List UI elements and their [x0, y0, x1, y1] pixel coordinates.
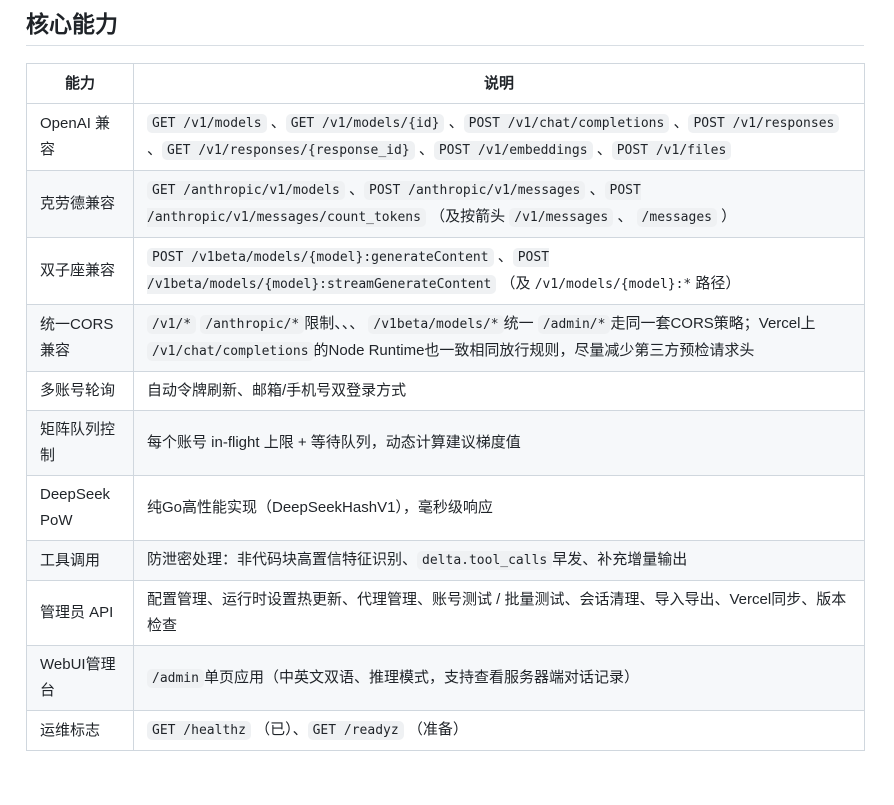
description-text: 、	[613, 208, 637, 225]
table-row: 管理员 API 配置管理、运行时设置热更新、代理管理、账号测试 / 批量测试、会话…	[26, 580, 865, 646]
inline-code: /v1/messages	[509, 208, 614, 227]
inline-code: POST /v1/responses	[688, 114, 840, 133]
description-text: （准备）	[403, 721, 468, 738]
description-text: 的Node Runtime也一致相同放行规则，尽量减少第三方预检请求头	[313, 342, 755, 359]
description-text: 、	[669, 114, 689, 131]
description-text: ）	[717, 208, 737, 225]
capability-name-cell: WebUI管理台	[26, 645, 134, 711]
capability-name-cell: 统一CORS兼容	[26, 304, 134, 372]
description-text: 走同一套CORS策略；Vercel上	[610, 315, 820, 332]
description-text: （及	[496, 275, 535, 292]
description-text: 路径）	[691, 275, 741, 292]
capability-name-cell: OpenAI 兼容	[26, 103, 134, 171]
inline-code: /v1/chat/completions	[147, 342, 314, 361]
description-text: 、	[344, 181, 365, 198]
capabilities-table: 能力 说明 OpenAI 兼容 GET /v1/models 、 GET /v1/m…	[26, 63, 865, 751]
table-row: 多账号轮询 自动令牌刷新、邮箱/手机号双登录方式	[26, 371, 865, 411]
heading-divider	[26, 45, 864, 46]
inline-code: POST /v1/chat/completions	[463, 114, 670, 133]
readme-page: 核心能力 能力 说明 OpenAI 兼容 GET /v1/models 、 GET …	[0, 0, 894, 805]
capability-description-cell: 配置管理、运行时设置热更新、代理管理、账号测试 / 批量测试、会话清理、导入导出…	[133, 580, 865, 646]
inline-code: /anthropic/*	[200, 315, 305, 334]
table-row: 统一CORS兼容/v1/* /anthropic/* 限制、、、 /v1beta/…	[26, 304, 865, 372]
table-row: 工具调用 防泄密处理：非代码块高置信特征识别、 delta.tool_calls 早发…	[26, 540, 865, 581]
capability-name-cell: 工具调用	[26, 540, 134, 581]
capability-description-cell: GET /v1/models 、 GET /v1/models/{id} 、 POS…	[133, 103, 865, 171]
inline-code: POST /v1/embeddings	[433, 141, 593, 160]
description-text: 自动令牌刷新、邮箱/手机号双登录方式	[147, 382, 407, 399]
inline-code: POST /v1beta/models/{model}:generateCont…	[147, 248, 494, 267]
inline-code: GET /v1/responses/{response_id}	[162, 141, 415, 160]
capability-description-cell: 自动令牌刷新、邮箱/手机号双登录方式	[133, 371, 865, 411]
inline-code: GET /healthz	[147, 721, 251, 740]
table-row: OpenAI 兼容 GET /v1/models 、 GET /v1/models/…	[26, 103, 865, 171]
description-text: 、	[414, 141, 434, 158]
description-text: （及按箭头	[425, 208, 510, 225]
description-text: 、	[585, 181, 605, 198]
header-capability: 能力	[26, 63, 134, 104]
description-text: 纯Go高性能实现（DeepSeekHashV1），毫秒级响应	[147, 499, 493, 516]
description-text: 统一	[503, 315, 538, 332]
table-row: DeepSeek PoW 纯Go高性能实现（DeepSeekHashV1），毫秒级…	[26, 475, 865, 541]
description-text: 、	[444, 114, 464, 131]
inline-code: /v1/*	[147, 315, 197, 334]
inline-code: /admin/*	[537, 315, 611, 334]
table-row: 运维标志 GET /healthz （已）、 GET /readyz （准备）	[26, 710, 865, 751]
description-text: 、	[493, 248, 513, 265]
table-header-row: 能力 说明	[26, 63, 865, 104]
capability-description-cell: GET /healthz （已）、 GET /readyz （准备）	[133, 710, 865, 751]
inline-code: delta.tool_calls	[417, 551, 553, 570]
inline-code: POST /anthropic/v1/messages	[364, 181, 586, 200]
inline-code: GET /v1/models	[147, 114, 267, 133]
capability-description-cell: /v1/* /anthropic/* 限制、、、 /v1beta/models/*…	[133, 304, 865, 372]
header-description: 说明	[133, 63, 865, 104]
capability-name-cell: 矩阵队列控制	[26, 410, 134, 476]
table-body: OpenAI 兼容 GET /v1/models 、 GET /v1/models/…	[26, 103, 865, 751]
capability-name-cell: 克劳德兼容	[26, 170, 134, 238]
capability-description-cell: GET /anthropic/v1/models 、 POST /anthropi…	[133, 170, 865, 238]
table-row: WebUI管理台/admin 单页应用（中英文双语、推理模式，支持查看服务器端对话…	[26, 645, 865, 711]
capability-name-cell: 多账号轮询	[26, 371, 134, 411]
capability-description-cell: 每个账号 in-flight 上限 + 等待队列，动态计算建议梯度值	[133, 410, 865, 476]
capability-name-cell: 双子座兼容	[26, 237, 134, 305]
description-text: 、	[592, 141, 612, 158]
description-text: 单页应用（中英文双语、推理模式，支持查看服务器端对话记录）	[203, 668, 639, 686]
table-row: 克劳德兼容 GET /anthropic/v1/models 、 POST /ant…	[26, 170, 865, 238]
inline-code: /v1beta/models/*	[368, 315, 504, 334]
capability-description-cell: /admin 单页应用（中英文双语、推理模式，支持查看服务器端对话记录）	[133, 645, 865, 711]
capability-name-cell: 运维标志	[26, 710, 134, 751]
table-row: 矩阵队列控制 每个账号 in-flight 上限 + 等待队列，动态计算建议梯度值	[26, 410, 865, 476]
inline-code: /messages	[636, 208, 717, 227]
inline-code: GET /readyz	[307, 721, 404, 740]
inline-code: GET /v1/models/{id}	[285, 114, 445, 133]
description-text: 每个账号 in-flight 上限 + 等待队列，动态计算建议梯度值	[147, 434, 521, 451]
table-row: 双子座兼容 POST /v1beta/models/{model}:generat…	[26, 237, 865, 305]
capability-description-cell: POST /v1beta/models/{model}:generateCont…	[133, 237, 865, 305]
inline-code: /admin	[147, 668, 204, 688]
description-text: 配置管理、运行时设置热更新、代理管理、账号测试 / 批量测试、会话清理、导入导出…	[147, 591, 847, 634]
section-heading: 核心能力	[26, 11, 118, 37]
capability-name-cell: 管理员 API	[26, 580, 134, 646]
description-text: （已）、	[250, 721, 308, 738]
description-text: 早发、补充增量输出	[552, 551, 688, 568]
capability-description-cell: 防泄密处理：非代码块高置信特征识别、 delta.tool_calls 早发、补充增…	[133, 540, 865, 581]
inline-mono-text: /v1/models/{model}:*	[534, 277, 692, 292]
capability-name-cell: DeepSeek PoW	[26, 475, 134, 541]
inline-code: GET /anthropic/v1/models	[147, 181, 345, 200]
inline-code: POST /v1/files	[611, 141, 732, 160]
capability-description-cell: 纯Go高性能实现（DeepSeekHashV1），毫秒级响应	[133, 475, 865, 541]
description-text: 防泄密处理：非代码块高置信特征识别、	[147, 551, 418, 568]
description-text: 限制、、、	[304, 315, 369, 332]
description-text: 、	[266, 114, 286, 131]
